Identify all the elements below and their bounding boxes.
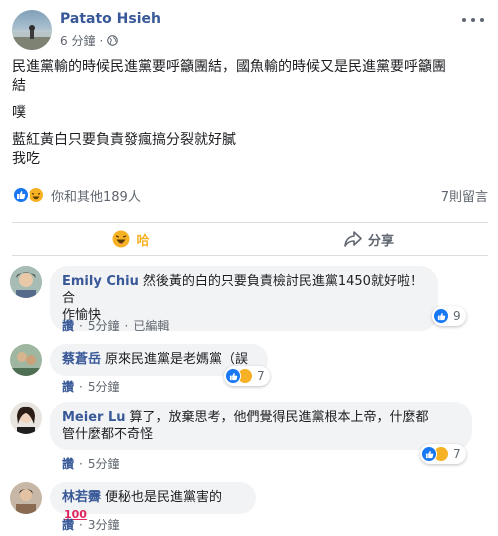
comment-text: 原來民進黨是老媽黨（誤 <box>105 352 249 367</box>
post-body: 民進黨輸的時候民進黨要呼籲團結，國魚輸的時候又是民進黨要呼籲團 結 噗 藍紅黃白… <box>12 58 490 169</box>
comment: Emily Chiu 然後黃的白的只要負責檢討民進黨1450就好啦！合 作愉快 9 … <box>10 266 490 336</box>
comment: 蔡蒼岳 原來民進黨是老媽黨（誤 7 讚 · 5分鐘 <box>10 344 490 394</box>
comment: 林若霽 便秘也是民進黨害的100 讚 · 3分鐘 <box>10 482 490 532</box>
post-line: 民進黨輸的時候民進黨要呼籲團結，國魚輸的時候又是民進黨要呼籲團 <box>12 59 446 75</box>
post-time[interactable]: 6 分鐘 <box>60 32 95 49</box>
post-line: 藍紅黃白只要負責發瘋搞分裂就好膩 <box>12 132 236 148</box>
comment-reactions[interactable]: 7 <box>224 366 270 386</box>
post-header: Patato Hsieh 6 分鐘 · <box>12 10 488 50</box>
commenter-name[interactable]: 林若霽 <box>62 490 101 505</box>
post-meta: 6 分鐘 · <box>60 32 119 49</box>
like-link[interactable]: 讚 <box>62 317 74 334</box>
like-icon <box>433 308 449 324</box>
comment-bubble: 林若霽 便秘也是民進黨害的100 <box>50 482 256 521</box>
author-name[interactable]: Patato Hsieh <box>60 11 161 27</box>
post-line: 噗 <box>12 105 26 121</box>
share-label: 分享 <box>367 233 394 249</box>
comment-count[interactable]: 7則留言 <box>441 186 488 205</box>
reaction-count: 7 <box>453 447 461 461</box>
commenter-name[interactable]: Meier Lu <box>62 410 126 425</box>
commenter-avatar[interactable] <box>10 402 42 434</box>
comment: Meier Lu 算了，放棄思考，他們覺得民進黨根本上帝，什麼都管什麼都不奇怪 7… <box>10 402 490 472</box>
reaction-icons[interactable] <box>12 186 45 204</box>
like-icon <box>421 446 437 462</box>
comment-actions: 讚 · 3分鐘 <box>62 516 120 533</box>
comment-time[interactable]: 5分鐘 <box>88 378 120 395</box>
comment-text: 便秘也是民進黨害的 <box>105 490 223 505</box>
comment-time[interactable]: 5分鐘 <box>88 317 120 334</box>
haha-icon <box>112 230 130 248</box>
comment-bubble: Meier Lu 算了，放棄思考，他們覺得民進黨根本上帝，什麼都管什麼都不奇怪 <box>50 402 472 450</box>
share-icon <box>344 231 362 247</box>
like-link[interactable]: 讚 <box>62 455 74 472</box>
edited-label[interactable]: 已編輯 <box>133 317 169 334</box>
comment-reactions[interactable]: 9 <box>432 306 466 326</box>
comment-actions: 讚 · 5分鐘 <box>62 378 120 395</box>
comment-reactions[interactable]: 7 <box>420 444 466 464</box>
reaction-count: 9 <box>453 309 461 323</box>
reaction-count[interactable]: 你和其他189人 <box>51 186 141 205</box>
commenter-name[interactable]: Emily Chiu <box>62 274 139 289</box>
like-link[interactable]: 讚 <box>62 378 74 395</box>
post-line: 結 <box>12 78 26 94</box>
comment-actions: 讚 · 5分鐘 <box>62 455 120 472</box>
post-line: 我吃 <box>12 151 40 167</box>
reaction-count: 7 <box>257 369 265 383</box>
comment-text: 管什麼都不奇怪 <box>62 427 154 442</box>
comment-actions: 讚 · 5分鐘 · 已編輯 <box>62 317 170 334</box>
reactions-bar: 你和其他189人 7則留言 <box>12 184 488 206</box>
like-icon <box>225 368 241 384</box>
like-icon <box>12 186 30 204</box>
commenter-avatar[interactable] <box>10 344 42 376</box>
globe-icon <box>107 35 119 46</box>
haha-label: 哈 <box>136 233 150 249</box>
action-bar: 哈 分享 <box>12 222 488 256</box>
commenter-avatar[interactable] <box>10 266 42 298</box>
comment-time[interactable]: 5分鐘 <box>88 455 120 472</box>
comment-time[interactable]: 3分鐘 <box>88 516 120 533</box>
commenter-avatar[interactable] <box>10 482 42 514</box>
author-avatar[interactable] <box>12 10 52 50</box>
more-icon[interactable] <box>462 12 484 28</box>
haha-button[interactable]: 哈 <box>12 223 250 255</box>
commenter-name[interactable]: 蔡蒼岳 <box>62 352 101 367</box>
share-button[interactable]: 分享 <box>250 223 488 255</box>
comment-text: 算了，放棄思考，他們覺得民進黨根本上帝，什麼都 <box>129 410 429 425</box>
meta-separator: · <box>99 33 104 48</box>
like-link[interactable]: 讚 <box>62 516 74 533</box>
